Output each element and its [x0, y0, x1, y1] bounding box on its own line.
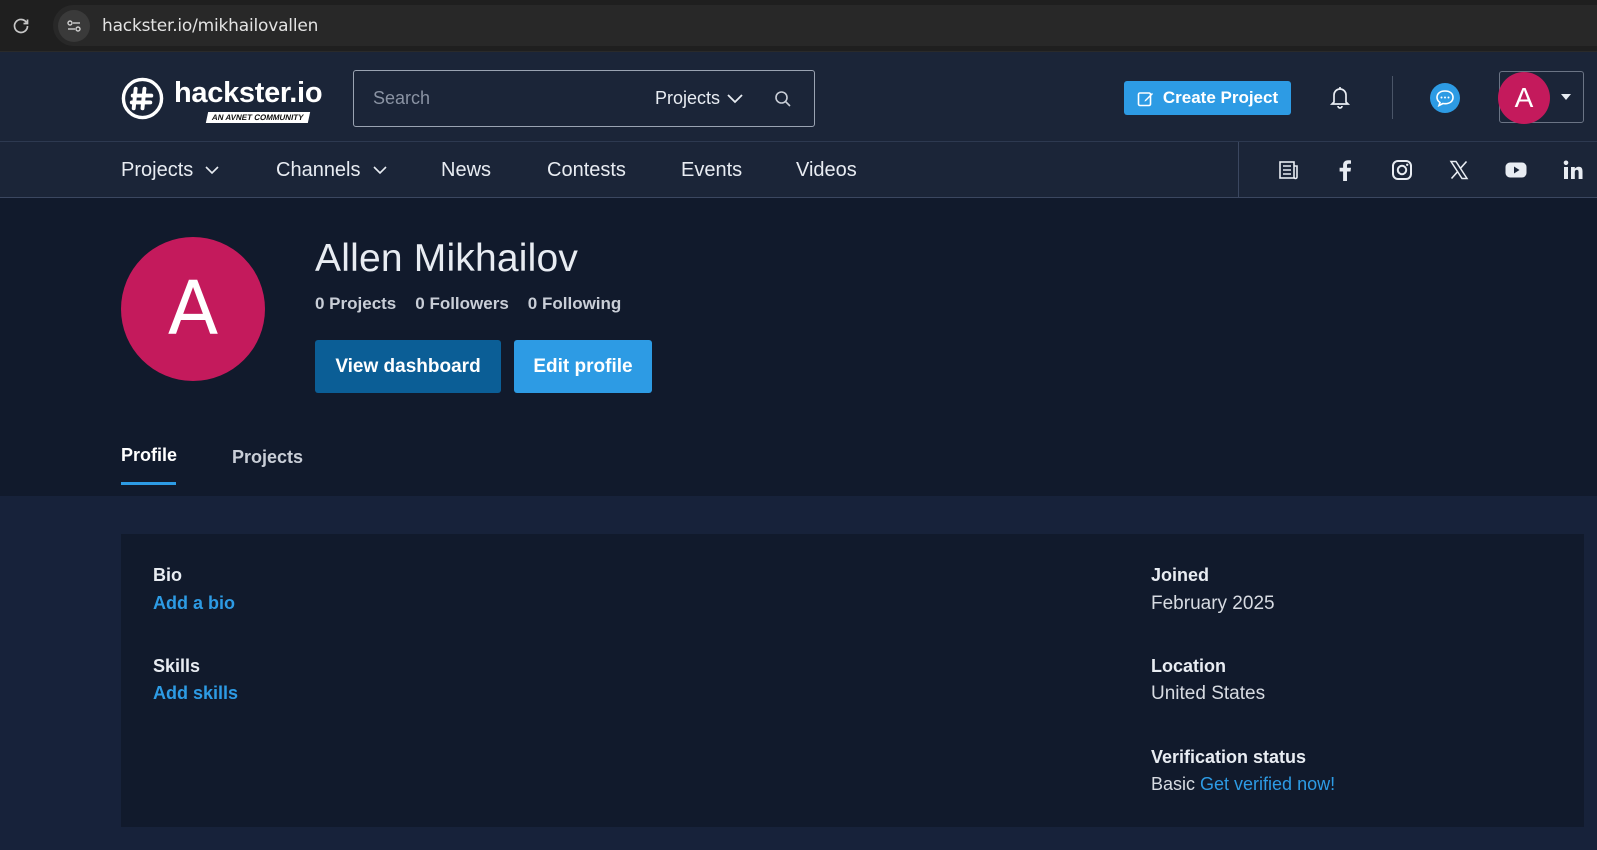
avatar[interactable]: A: [1498, 72, 1550, 124]
newsletter-icon[interactable]: [1276, 158, 1300, 182]
profile-stats: 0 Projects 0 Followers 0 Following: [315, 294, 640, 314]
x-icon[interactable]: [1447, 158, 1471, 182]
skills-label: Skills: [153, 656, 201, 676]
hackster-logo[interactable]: hackster.io AN AVNET COMMUNITY: [121, 72, 323, 124]
followers-count[interactable]: 0 Followers: [415, 294, 509, 314]
nav-item-channels[interactable]: Channels: [276, 142, 387, 198]
profile-name: Allen Mikhailov: [315, 237, 579, 280]
search-scope-select[interactable]: Projects: [655, 88, 720, 109]
search-box[interactable]: Search Projects: [353, 70, 815, 127]
youtube-icon[interactable]: [1504, 158, 1528, 182]
nav-item-contests[interactable]: Contests: [547, 142, 626, 198]
search-icon[interactable]: [774, 90, 792, 108]
create-project-label: Create Project: [1162, 88, 1279, 107]
search-input[interactable]: Search: [373, 88, 655, 109]
verification-label: Verification status: [1151, 747, 1307, 767]
chevron-down-icon: [205, 165, 219, 174]
header-divider: [1392, 76, 1393, 119]
nav-item-label: Channels: [276, 158, 361, 181]
tab-profile[interactable]: Profile: [121, 445, 177, 485]
projects-count[interactable]: 0 Projects: [315, 294, 396, 314]
url-text[interactable]: hackster.io/mikhailovallen: [102, 16, 318, 36]
chat-icon[interactable]: [1430, 83, 1460, 113]
nav-item-videos[interactable]: Videos: [796, 142, 857, 198]
nav-item-projects[interactable]: Projects: [121, 142, 219, 198]
main-nav: Projects Channels News Contests Events V…: [0, 142, 1597, 198]
notification-bell-icon[interactable]: [1329, 85, 1351, 109]
logo-badge: AN AVNET COMMUNITY: [205, 112, 310, 123]
nav-item-label: Projects: [121, 158, 194, 181]
profile-hero: A Allen Mikhailov 0 Projects 0 Followers…: [0, 199, 1597, 496]
add-skills-link[interactable]: Add skills: [153, 683, 238, 704]
edit-profile-button[interactable]: Edit profile: [514, 340, 652, 393]
caret-down-icon[interactable]: [1561, 94, 1571, 100]
nav-item-label: News: [441, 158, 492, 181]
verification-status: Basic Get verified now!: [1151, 774, 1335, 795]
nav-item-label: Events: [681, 158, 743, 181]
tab-projects[interactable]: Projects: [232, 447, 303, 468]
nav-item-events[interactable]: Events: [681, 142, 742, 198]
nav-item-news[interactable]: News: [441, 142, 491, 198]
browser-toolbar: hackster.io/mikhailovallen: [0, 0, 1597, 52]
social-links: [1238, 142, 1597, 198]
get-verified-link[interactable]: Get verified now!: [1200, 774, 1335, 794]
instagram-icon[interactable]: [1390, 158, 1414, 182]
location-label: Location: [1151, 656, 1226, 676]
profile-details-card: Bio Add a bio Skills Add skills Joined F…: [121, 534, 1584, 827]
view-dashboard-button[interactable]: View dashboard: [315, 340, 501, 393]
site-info-icon[interactable]: [58, 9, 90, 42]
linkedin-icon[interactable]: [1561, 158, 1585, 182]
joined-value: February 2025: [1151, 593, 1275, 614]
joined-label: Joined: [1151, 565, 1210, 585]
reload-icon[interactable]: [1, 6, 41, 46]
create-project-button[interactable]: Create Project: [1124, 81, 1291, 115]
profile-content: Bio Add a bio Skills Add skills Joined F…: [0, 496, 1597, 850]
logo-wordmark: hackster.io: [174, 77, 323, 109]
chevron-down-icon[interactable]: [726, 93, 744, 105]
site-header: hackster.io AN AVNET COMMUNITY Search Pr…: [0, 52, 1597, 142]
add-bio-link[interactable]: Add a bio: [153, 593, 235, 614]
location-value: United States: [1151, 683, 1266, 704]
facebook-icon[interactable]: [1333, 158, 1357, 182]
nav-item-label: Contests: [547, 158, 626, 181]
hackster-logo-icon: [121, 77, 164, 119]
edit-icon: [1137, 91, 1153, 106]
chevron-down-icon: [372, 165, 387, 174]
bio-label: Bio: [153, 565, 182, 585]
profile-avatar[interactable]: A: [121, 237, 265, 381]
user-menu[interactable]: A: [1498, 71, 1584, 124]
following-count[interactable]: 0 Following: [528, 294, 622, 314]
verification-value: Basic: [1151, 774, 1196, 794]
address-bar[interactable]: hackster.io/mikhailovallen: [53, 5, 1597, 46]
nav-item-label: Videos: [796, 158, 857, 181]
